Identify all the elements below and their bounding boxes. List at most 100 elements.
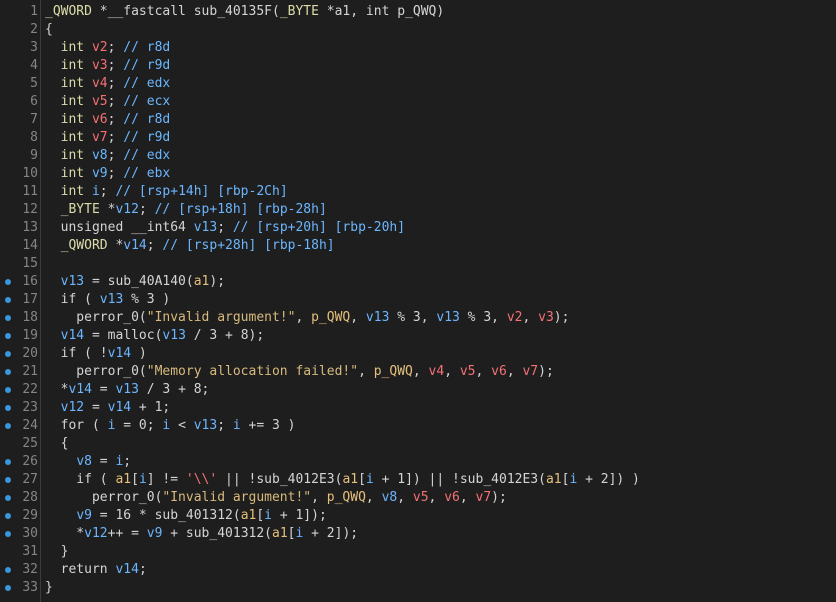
code-text[interactable]: {: [45, 21, 53, 39]
code-line[interactable]: 4 int v3; // r9d: [0, 57, 836, 75]
code-text[interactable]: _QWORD *v14; // [rsp+28h] [rbp-18h]: [45, 237, 335, 255]
code-token: *__fastcall sub_40135F(: [91, 4, 280, 19]
code-text[interactable]: unsigned __int64 v13; // [rsp+20h] [rbp-…: [45, 219, 405, 237]
code-token: [: [131, 472, 139, 487]
code-token: ,: [459, 490, 476, 505]
code-text[interactable]: v8 = i;: [45, 453, 131, 471]
code-line[interactable]: 24 for ( i = 0; i < v13; i += 3 ): [0, 417, 836, 435]
code-token: v13: [99, 292, 124, 307]
code-text[interactable]: {: [45, 435, 69, 453]
code-line[interactable]: 28 perror_0("Invalid argument!", p_QWQ, …: [0, 489, 836, 507]
line-number: 11: [22, 184, 38, 199]
code-token: ;: [99, 184, 116, 199]
code-text[interactable]: if ( !v14 ): [45, 345, 147, 363]
code-line[interactable]: 2{: [0, 21, 836, 39]
code-line[interactable]: 18 perror_0("Invalid argument!", p_QWQ, …: [0, 309, 836, 327]
code-line[interactable]: 23 v12 = v14 + 1;: [0, 399, 836, 417]
code-text[interactable]: int v3; // r9d: [45, 57, 171, 75]
code-text[interactable]: perror_0("Invalid argument!", p_QWQ, v8,…: [45, 489, 507, 507]
code-lines: 1 _QWORD *__fastcall sub_40135F(_BYTE *a1…: [0, 3, 836, 597]
code-text[interactable]: *v14 = v13 / 3 + 8;: [45, 381, 210, 399]
code-text[interactable]: _BYTE *v12; // [rsp+18h] [rbp-28h]: [45, 201, 327, 219]
code-text[interactable]: perror_0("Invalid argument!", p_QWQ, v13…: [45, 309, 569, 327]
code-text[interactable]: int v6; // r8d: [45, 111, 171, 129]
code-token: v13: [193, 220, 218, 235]
code-line[interactable]: 11 int i; // [rsp+14h] [rbp-2Ch]: [0, 183, 836, 201]
line-number: 28: [22, 490, 38, 505]
code-line[interactable]: 16 v13 = sub_40A140(a1);: [0, 273, 836, 291]
code-line[interactable]: 25 {: [0, 435, 836, 453]
code-token: v13: [162, 328, 186, 343]
code-token: // r8d: [123, 112, 171, 127]
line-number: 29: [22, 508, 38, 523]
code-text[interactable]: int v5; // ecx: [45, 93, 171, 111]
code-text[interactable]: if ( v13 % 3 ): [45, 291, 171, 309]
code-text[interactable]: for ( i = 0; i < v13; i += 3 ): [45, 417, 296, 435]
code-line[interactable]: 14 _QWORD *v14; // [rsp+28h] [rbp-18h]: [0, 237, 836, 255]
code-token: if (: [45, 472, 116, 487]
code-text[interactable]: v13 = sub_40A140(a1);: [45, 273, 225, 291]
code-line[interactable]: 32 return v14;: [0, 561, 836, 579]
code-token: a1: [240, 508, 257, 523]
code-line[interactable]: 13 unsigned __int64 v13; // [rsp+20h] [r…: [0, 219, 836, 237]
code-text[interactable]: }: [45, 579, 53, 597]
code-line[interactable]: 22 *v14 = v13 / 3 + 8;: [0, 381, 836, 399]
code-text[interactable]: }: [45, 543, 69, 561]
code-token: ,: [428, 490, 445, 505]
code-token: // edx: [123, 148, 171, 163]
code-text[interactable]: if ( a1[i] != '\\' || !sub_4012E3(a1[i +…: [45, 471, 640, 489]
code-text[interactable]: v12 = v14 + 1;: [45, 399, 171, 417]
code-text[interactable]: v14 = malloc(v13 / 3 + 8);: [45, 327, 265, 345]
code-text[interactable]: int v4; // edx: [45, 75, 171, 93]
code-token: int: [60, 184, 85, 199]
code-line[interactable]: 5 int v4; // edx: [0, 75, 836, 93]
code-line[interactable]: 19 v14 = malloc(v13 / 3 + 8);: [0, 327, 836, 345]
code-token: + 2]) ): [577, 472, 640, 487]
code-token: ;: [123, 454, 132, 469]
code-token: int: [60, 40, 85, 55]
code-line[interactable]: 20 if ( !v14 ): [0, 345, 836, 363]
code-line[interactable]: 29 v9 = 16 * sub_401312(a1[i + 1]);: [0, 507, 836, 525]
code-line[interactable]: 1 _QWORD *__fastcall sub_40135F(_BYTE *a1…: [0, 3, 836, 21]
code-text[interactable]: perror_0("Memory allocation failed!", p_…: [45, 363, 553, 381]
code-token: + 2]);: [303, 526, 359, 541]
pseudocode-view[interactable]: 1 _QWORD *__fastcall sub_40135F(_BYTE *a1…: [0, 0, 836, 602]
code-text[interactable]: *v12++ = v9 + sub_401312(a1[i + 2]);: [45, 525, 358, 543]
code-line[interactable]: 31 }: [0, 543, 836, 561]
code-token: v4: [428, 364, 445, 379]
line-number: 13: [22, 220, 38, 235]
code-line[interactable]: 7 int v6; // r8d: [0, 111, 836, 129]
code-line[interactable]: 17 if ( v13 % 3 ): [0, 291, 836, 309]
code-line[interactable]: 15: [0, 255, 836, 273]
code-line[interactable]: 8 int v7; // r9d: [0, 129, 836, 147]
code-line[interactable]: 12 _BYTE *v12; // [rsp+18h] [rbp-28h]: [0, 201, 836, 219]
code-text[interactable]: return v14;: [45, 561, 147, 579]
code-text[interactable]: int v9; // ebx: [45, 165, 171, 183]
code-line[interactable]: 33}: [0, 579, 836, 597]
code-line[interactable]: 10 int v9; // ebx: [0, 165, 836, 183]
code-line[interactable]: 6 int v5; // ecx: [0, 93, 836, 111]
code-line[interactable]: 26 v8 = i;: [0, 453, 836, 471]
code-text[interactable]: int v8; // edx: [45, 147, 171, 165]
code-token: v5: [412, 490, 429, 505]
code-text[interactable]: int v7; // r9d: [45, 129, 171, 147]
code-token: }: [45, 544, 69, 559]
code-line[interactable]: 9 int v8; // edx: [0, 147, 836, 165]
code-line[interactable]: 27 if ( a1[i] != '\\' || !sub_4012E3(a1[…: [0, 471, 836, 489]
code-line[interactable]: 21 perror_0("Memory allocation failed!",…: [0, 363, 836, 381]
code-text[interactable]: int v2; // r8d: [45, 39, 171, 57]
line-number: 19: [22, 328, 38, 343]
code-token: // [rsp+28h] [rbp-18h]: [162, 238, 335, 253]
code-token: *: [107, 238, 124, 253]
code-text[interactable]: v9 = 16 * sub_401312(a1[i + 1]);: [45, 507, 326, 525]
code-text[interactable]: int i; // [rsp+14h] [rbp-2Ch]: [45, 183, 288, 201]
code-line[interactable]: 30 *v12++ = v9 + sub_401312(a1[i + 2]);: [0, 525, 836, 543]
code-token: i: [232, 418, 241, 433]
code-line[interactable]: 3 int v2; // r8d: [0, 39, 836, 57]
code-text[interactable]: _QWORD *__fastcall sub_40135F(_BYTE *a1,…: [45, 3, 444, 21]
